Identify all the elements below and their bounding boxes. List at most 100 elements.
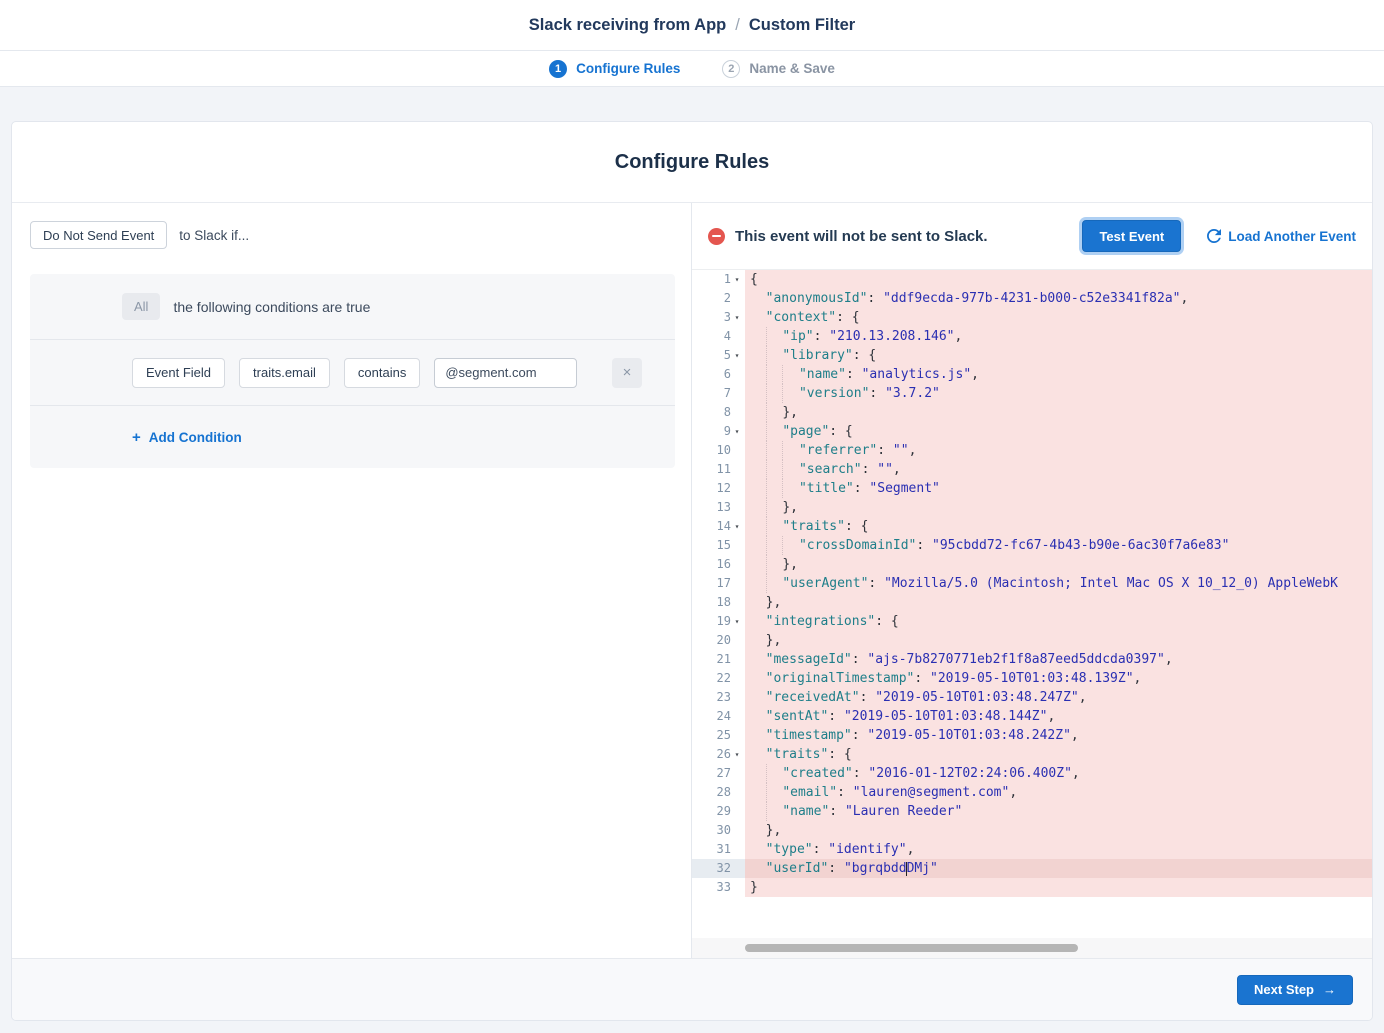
code-line-16[interactable]: 16 }, [692, 555, 1372, 574]
code-text[interactable]: "context": { [745, 308, 1372, 327]
code-line-22[interactable]: 22 "originalTimestamp": "2019-05-10T01:0… [692, 669, 1372, 688]
code-line-3[interactable]: 3▾ "context": { [692, 308, 1372, 327]
code-line-15[interactable]: 15 "crossDomainId": "95cbdd72-fc67-4b43-… [692, 536, 1372, 555]
code-line-17[interactable]: 17 "userAgent": "Mozilla/5.0 (Macintosh;… [692, 574, 1372, 593]
line-number: 19 [717, 612, 731, 631]
line-number: 28 [717, 783, 731, 802]
code-line-28[interactable]: 28 "email": "lauren@segment.com", [692, 783, 1372, 802]
code-line-27[interactable]: 27 "created": "2016-01-12T02:24:06.400Z"… [692, 764, 1372, 783]
code-line-18[interactable]: 18 }, [692, 593, 1372, 612]
fold-arrow-icon[interactable]: ▾ [731, 422, 743, 441]
code-text[interactable]: "userAgent": "Mozilla/5.0 (Macintosh; In… [745, 574, 1372, 593]
fold-arrow-icon[interactable]: ▾ [731, 346, 743, 365]
code-line-19[interactable]: 19▾ "integrations": { [692, 612, 1372, 631]
line-number: 25 [717, 726, 731, 745]
code-line-29[interactable]: 29 "name": "Lauren Reeder" [692, 802, 1372, 821]
line-number-gutter: 24 [692, 707, 745, 726]
code-text[interactable]: }, [745, 631, 1372, 650]
remove-condition-button[interactable]: × [612, 358, 642, 388]
code-line-26[interactable]: 26▾ "traits": { [692, 745, 1372, 764]
step-configure-rules[interactable]: 1 Configure Rules [549, 60, 680, 78]
code-line-6[interactable]: 6 "name": "analytics.js", [692, 365, 1372, 384]
code-text[interactable]: "name": "Lauren Reeder" [745, 802, 1372, 821]
code-line-13[interactable]: 13 }, [692, 498, 1372, 517]
code-text[interactable]: "library": { [745, 346, 1372, 365]
code-text[interactable]: } [745, 878, 1372, 897]
code-text[interactable]: }, [745, 593, 1372, 612]
breadcrumb-destination[interactable]: Slack receiving from App [529, 16, 726, 35]
code-line-21[interactable]: 21 "messageId": "ajs-7b8270771eb2f1f8a87… [692, 650, 1372, 669]
line-number-gutter: 18 [692, 593, 745, 612]
load-another-event-link[interactable]: Load Another Event [1207, 229, 1356, 244]
scrollbar-thumb[interactable] [745, 944, 1078, 952]
code-line-14[interactable]: 14▾ "traits": { [692, 517, 1372, 536]
code-line-32[interactable]: 32 "userId": "bgrqbddDMj" [692, 859, 1372, 878]
code-text[interactable]: "originalTimestamp": "2019-05-10T01:03:4… [745, 669, 1372, 688]
horizontal-scrollbar [692, 938, 1372, 958]
field-path-button[interactable]: traits.email [239, 358, 330, 388]
code-line-7[interactable]: 7 "version": "3.7.2" [692, 384, 1372, 403]
code-line-12[interactable]: 12 "title": "Segment" [692, 479, 1372, 498]
fold-arrow-icon[interactable]: ▾ [731, 270, 743, 289]
code-line-9[interactable]: 9▾ "page": { [692, 422, 1372, 441]
code-text[interactable]: "messageId": "ajs-7b8270771eb2f1f8a87eed… [745, 650, 1372, 669]
fold-arrow-icon[interactable]: ▾ [731, 308, 743, 327]
next-step-button[interactable]: Next Step → [1237, 975, 1353, 1005]
fold-arrow-icon[interactable]: ▾ [731, 745, 743, 764]
code-text[interactable]: "sentAt": "2019-05-10T01:03:48.144Z", [745, 707, 1372, 726]
code-text[interactable]: "type": "identify", [745, 840, 1372, 859]
code-text[interactable]: "search": "", [745, 460, 1372, 479]
code-text[interactable]: }, [745, 555, 1372, 574]
code-text[interactable]: }, [745, 498, 1372, 517]
code-line-25[interactable]: 25 "timestamp": "2019-05-10T01:03:48.242… [692, 726, 1372, 745]
code-text[interactable]: "receivedAt": "2019-05-10T01:03:48.247Z"… [745, 688, 1372, 707]
code-line-31[interactable]: 31 "type": "identify", [692, 840, 1372, 859]
code-line-33[interactable]: 33} [692, 878, 1372, 897]
code-text[interactable]: { [745, 270, 1372, 289]
code-text[interactable]: }, [745, 403, 1372, 422]
card-footer: Next Step → [12, 958, 1372, 1020]
code-line-30[interactable]: 30 }, [692, 821, 1372, 840]
code-text[interactable]: "traits": { [745, 517, 1372, 536]
code-line-8[interactable]: 8 }, [692, 403, 1372, 422]
code-text[interactable]: "crossDomainId": "95cbdd72-fc67-4b43-b90… [745, 536, 1372, 555]
fold-arrow-icon[interactable]: ▾ [731, 517, 743, 536]
test-event-button[interactable]: Test Event [1082, 220, 1181, 252]
code-line-10[interactable]: 10 "referrer": "", [692, 441, 1372, 460]
event-field-button[interactable]: Event Field [132, 358, 225, 388]
code-text[interactable]: "version": "3.7.2" [745, 384, 1372, 403]
code-text[interactable]: "integrations": { [745, 612, 1372, 631]
step-name-and-save[interactable]: 2 Name & Save [722, 60, 835, 78]
code-text[interactable]: "traits": { [745, 745, 1372, 764]
fold-arrow-icon[interactable]: ▾ [731, 612, 743, 631]
code-line-1[interactable]: 1▾{ [692, 270, 1372, 289]
do-not-send-event-button[interactable]: Do Not Send Event [30, 221, 167, 249]
code-text[interactable]: "anonymousId": "ddf9ecda-977b-4231-b000-… [745, 289, 1372, 308]
code-text[interactable]: "referrer": "", [745, 441, 1372, 460]
code-text[interactable]: "page": { [745, 422, 1372, 441]
code-line-2[interactable]: 2 "anonymousId": "ddf9ecda-977b-4231-b00… [692, 289, 1372, 308]
code-text[interactable]: }, [745, 821, 1372, 840]
line-number: 24 [717, 707, 731, 726]
code-line-20[interactable]: 20 }, [692, 631, 1372, 650]
condition-value-input[interactable] [434, 358, 577, 388]
arrow-right-icon: → [1323, 982, 1336, 997]
code-line-5[interactable]: 5▾ "library": { [692, 346, 1372, 365]
all-operator-chip[interactable]: All [122, 293, 160, 320]
code-text[interactable]: "timestamp": "2019-05-10T01:03:48.242Z", [745, 726, 1372, 745]
code-line-24[interactable]: 24 "sentAt": "2019-05-10T01:03:48.144Z", [692, 707, 1372, 726]
code-line-11[interactable]: 11 "search": "", [692, 460, 1372, 479]
code-line-4[interactable]: 4 "ip": "210.13.208.146", [692, 327, 1372, 346]
code-text[interactable]: "userId": "bgrqbddDMj" [745, 859, 1372, 878]
add-condition-button[interactable]: + Add Condition [132, 429, 242, 446]
code-text[interactable]: "title": "Segment" [745, 479, 1372, 498]
code-text[interactable]: "ip": "210.13.208.146", [745, 327, 1372, 346]
code-line-23[interactable]: 23 "receivedAt": "2019-05-10T01:03:48.24… [692, 688, 1372, 707]
code-text[interactable]: "email": "lauren@segment.com", [745, 783, 1372, 802]
code-text[interactable]: "name": "analytics.js", [745, 365, 1372, 384]
condition-group: All the following conditions are true Ev… [30, 274, 675, 468]
code-text[interactable]: "created": "2016-01-12T02:24:06.400Z", [745, 764, 1372, 783]
line-number-gutter: 28 [692, 783, 745, 802]
operator-button[interactable]: contains [344, 358, 420, 388]
json-editor[interactable]: 1▾{2 "anonymousId": "ddf9ecda-977b-4231-… [692, 269, 1372, 958]
